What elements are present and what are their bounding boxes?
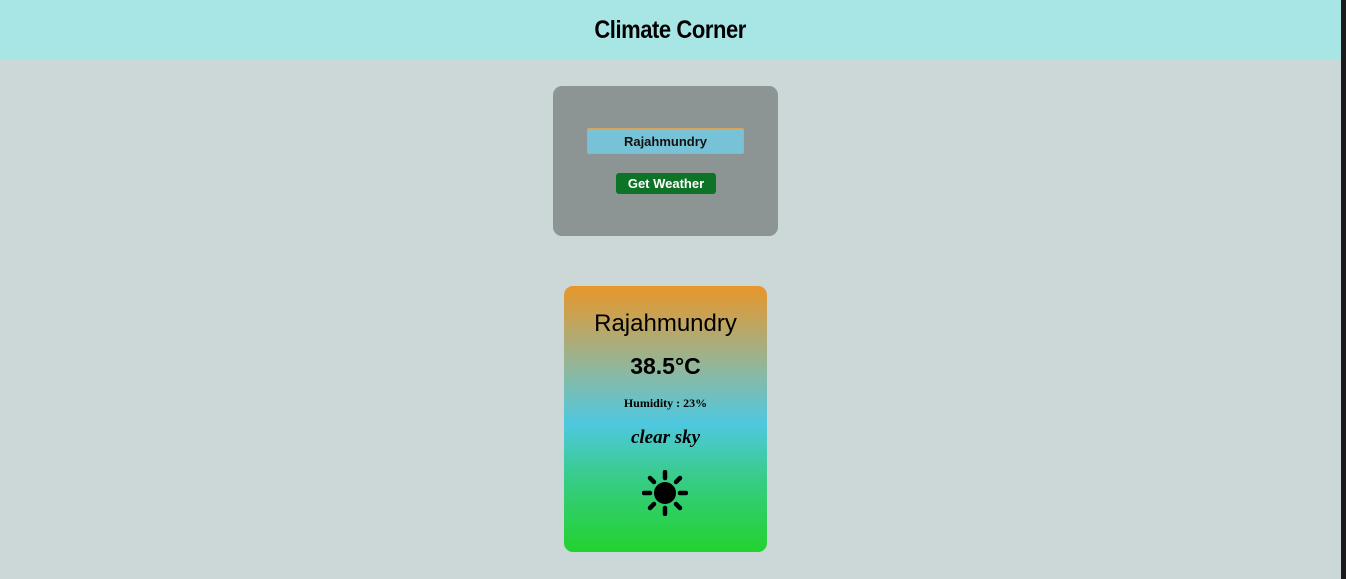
- weather-city: Rajahmundry: [594, 310, 737, 337]
- page: Climate Corner Get Weather Rajahmundry 3…: [0, 0, 1341, 579]
- app-title: Climate Corner: [594, 15, 747, 44]
- get-weather-button[interactable]: Get Weather: [616, 173, 716, 194]
- search-panel: Get Weather: [553, 86, 778, 236]
- header-bar: Climate Corner: [0, 0, 1341, 60]
- sun-icon: [642, 470, 688, 516]
- city-input[interactable]: [587, 128, 744, 154]
- weather-card: Rajahmundry 38.5°C Humidity : 23% clear …: [564, 286, 767, 552]
- weather-humidity: Humidity : 23%: [623, 396, 708, 410]
- scrollbar[interactable]: [1341, 0, 1346, 579]
- weather-description: clear sky: [630, 427, 701, 448]
- weather-temperature: 38.5°C: [630, 353, 701, 379]
